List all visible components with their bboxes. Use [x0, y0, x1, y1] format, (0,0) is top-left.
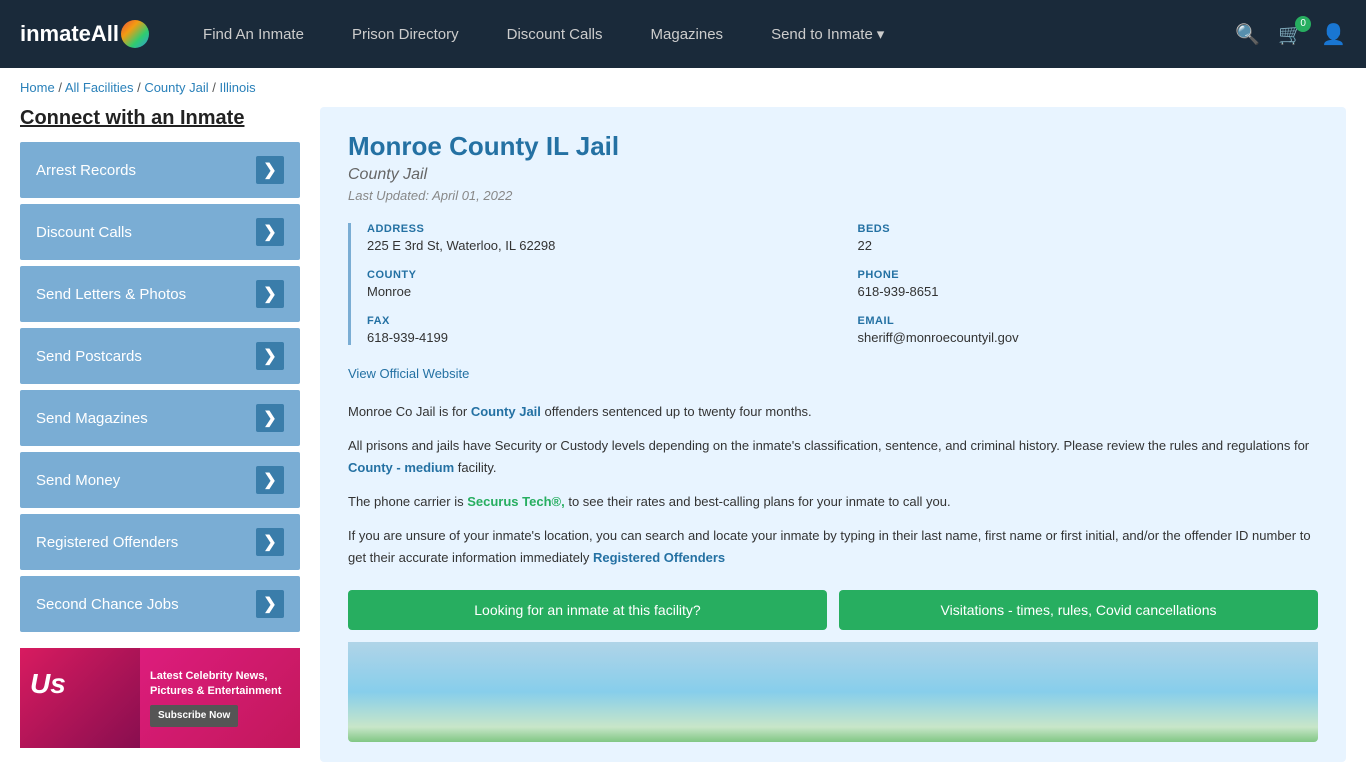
sidebar-item-send-letters[interactable]: Send Letters & Photos ❯: [20, 266, 300, 322]
sidebar: Connect with an Inmate Arrest Records ❯ …: [20, 107, 300, 748]
sidebar-label-send-postcards: Send Postcards: [36, 348, 142, 365]
ad-logo: Us: [20, 648, 140, 720]
phone-group: PHONE 618-939-8651: [858, 269, 1319, 299]
sidebar-label-registered-offenders: Registered Offenders: [36, 534, 178, 551]
cart-icon[interactable]: 🛒 0: [1278, 22, 1303, 47]
sidebar-arrow-second-chance-jobs: ❯: [256, 590, 284, 618]
main-nav: Find An Inmate Prison Directory Discount…: [179, 0, 1235, 68]
sidebar-title: Connect with an Inmate: [20, 107, 300, 130]
header-icons: 🔍 🛒 0 👤: [1235, 22, 1346, 47]
address-label: ADDRESS: [367, 223, 828, 235]
sidebar-arrow-send-letters: ❯: [256, 280, 284, 308]
logo[interactable]: inmateAll: [20, 20, 149, 48]
find-inmate-button[interactable]: Looking for an inmate at this facility?: [348, 590, 827, 630]
securus-link[interactable]: Securus Tech®,: [467, 494, 564, 509]
beds-label: BEDS: [858, 223, 1319, 235]
nav-discount-calls[interactable]: Discount Calls: [483, 0, 627, 68]
address-value: 225 E 3rd St, Waterloo, IL 62298: [367, 238, 828, 253]
visitations-button[interactable]: Visitations - times, rules, Covid cancel…: [839, 590, 1318, 630]
sidebar-arrow-send-magazines: ❯: [256, 404, 284, 432]
registered-offenders-link[interactable]: Registered Offenders: [593, 550, 725, 565]
fax-label: FAX: [367, 315, 828, 327]
header: inmateAll Find An Inmate Prison Director…: [0, 0, 1366, 68]
sidebar-label-arrest-records: Arrest Records: [36, 162, 136, 179]
dropdown-arrow-icon: ▾: [877, 25, 885, 43]
county-medium-link[interactable]: County - medium: [348, 460, 454, 475]
fax-value: 618-939-4199: [367, 330, 828, 345]
nav-prison-directory[interactable]: Prison Directory: [328, 0, 483, 68]
logo-icon: [121, 20, 149, 48]
address-group: ADDRESS 225 E 3rd St, Waterloo, IL 62298: [367, 223, 828, 253]
breadcrumb-all-facilities[interactable]: All Facilities: [65, 80, 134, 95]
breadcrumb-home[interactable]: Home: [20, 80, 55, 95]
desc-paragraph-3: The phone carrier is Securus Tech®, to s…: [348, 491, 1318, 513]
county-group: COUNTY Monroe: [367, 269, 828, 299]
user-icon[interactable]: 👤: [1321, 22, 1346, 47]
ad-text: Latest Celebrity News, Pictures & Entert…: [140, 661, 300, 736]
sidebar-item-send-magazines[interactable]: Send Magazines ❯: [20, 390, 300, 446]
phone-value: 618-939-8651: [858, 284, 1319, 299]
sidebar-label-second-chance-jobs: Second Chance Jobs: [36, 596, 179, 613]
sidebar-label-send-magazines: Send Magazines: [36, 410, 148, 427]
sidebar-arrow-send-money: ❯: [256, 466, 284, 494]
ad-image: Us: [20, 648, 140, 748]
phone-label: PHONE: [858, 269, 1319, 281]
email-value: sheriff@monroecountyil.gov: [858, 330, 1319, 345]
county-jail-link[interactable]: County Jail: [471, 404, 541, 419]
sidebar-label-send-money: Send Money: [36, 472, 120, 489]
facility-type: County Jail: [348, 166, 1318, 184]
desc-paragraph-1: Monroe Co Jail is for County Jail offend…: [348, 401, 1318, 423]
facility-card: Monroe County IL Jail County Jail Last U…: [320, 107, 1346, 762]
sidebar-item-send-postcards[interactable]: Send Postcards ❯: [20, 328, 300, 384]
ad-subscribe-button[interactable]: Subscribe Now: [150, 705, 238, 727]
sidebar-label-send-letters: Send Letters & Photos: [36, 286, 186, 303]
facility-details: ADDRESS 225 E 3rd St, Waterloo, IL 62298…: [348, 223, 1318, 345]
sidebar-arrow-send-postcards: ❯: [256, 342, 284, 370]
beds-value: 22: [858, 238, 1319, 253]
nav-magazines[interactable]: Magazines: [627, 0, 748, 68]
sidebar-arrow-arrest-records: ❯: [256, 156, 284, 184]
sidebar-item-registered-offenders[interactable]: Registered Offenders ❯: [20, 514, 300, 570]
breadcrumb-county-jail[interactable]: County Jail: [144, 80, 208, 95]
email-label: EMAIL: [858, 315, 1319, 327]
facility-description: Monroe Co Jail is for County Jail offend…: [348, 401, 1318, 570]
breadcrumb-state[interactable]: Illinois: [219, 80, 255, 95]
county-value: Monroe: [367, 284, 828, 299]
sidebar-item-arrest-records[interactable]: Arrest Records ❯: [20, 142, 300, 198]
nav-find-inmate[interactable]: Find An Inmate: [179, 0, 328, 68]
cart-badge: 0: [1295, 16, 1311, 32]
action-buttons: Looking for an inmate at this facility? …: [348, 590, 1318, 630]
facility-title: Monroe County IL Jail: [348, 131, 1318, 162]
sidebar-arrow-discount-calls: ❯: [256, 218, 284, 246]
nav-send-to-inmate[interactable]: Send to Inmate ▾: [747, 0, 908, 68]
logo-text: inmateAll: [20, 21, 119, 47]
sidebar-item-discount-calls[interactable]: Discount Calls ❯: [20, 204, 300, 260]
county-label: COUNTY: [367, 269, 828, 281]
sidebar-label-discount-calls: Discount Calls: [36, 224, 132, 241]
email-group: EMAIL sheriff@monroecountyil.gov: [858, 315, 1319, 345]
desc-paragraph-2: All prisons and jails have Security or C…: [348, 435, 1318, 479]
sidebar-item-second-chance-jobs[interactable]: Second Chance Jobs ❯: [20, 576, 300, 632]
sidebar-arrow-registered-offenders: ❯: [256, 528, 284, 556]
ad-banner[interactable]: Us Latest Celebrity News, Pictures & Ent…: [20, 648, 300, 748]
desc-paragraph-4: If you are unsure of your inmate's locat…: [348, 525, 1318, 569]
main-content: Connect with an Inmate Arrest Records ❯ …: [0, 107, 1366, 782]
facility-photo: [348, 642, 1318, 742]
fax-group: FAX 618-939-4199: [367, 315, 828, 345]
facility-updated: Last Updated: April 01, 2022: [348, 188, 1318, 203]
breadcrumb: Home / All Facilities / County Jail / Il…: [0, 68, 1366, 107]
sidebar-item-send-money[interactable]: Send Money ❯: [20, 452, 300, 508]
beds-group: BEDS 22: [858, 223, 1319, 253]
facility-image: [348, 642, 1318, 742]
official-website-link[interactable]: View Official Website: [348, 366, 469, 381]
ad-description: Latest Celebrity News, Pictures & Entert…: [150, 669, 290, 700]
search-icon[interactable]: 🔍: [1235, 22, 1260, 47]
